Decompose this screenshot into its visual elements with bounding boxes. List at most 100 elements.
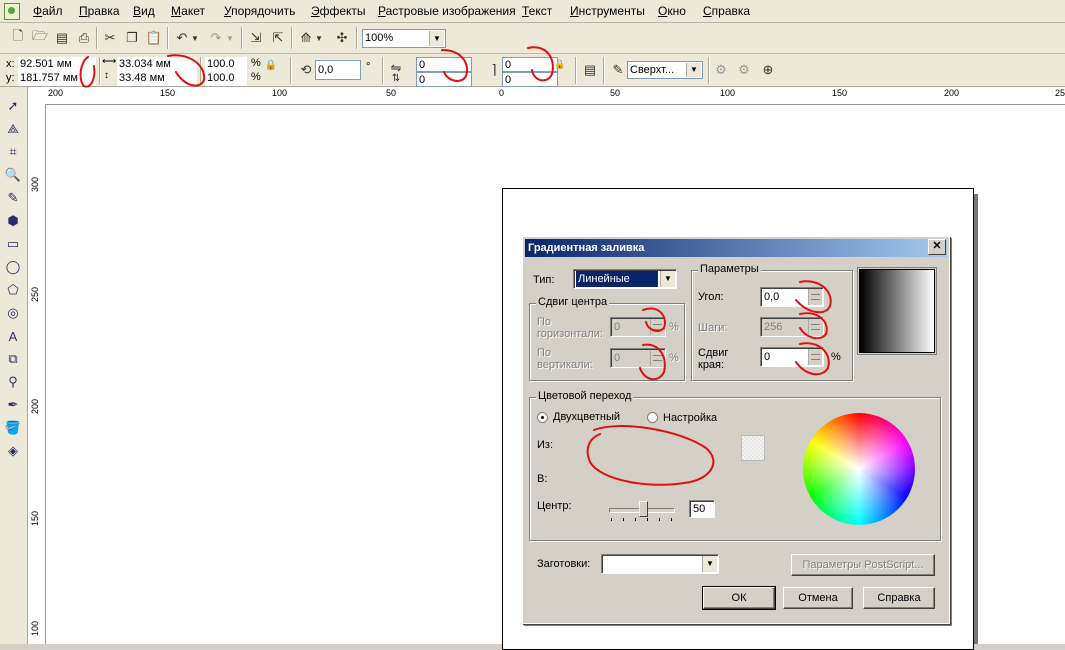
- save-icon[interactable]: ▤: [52, 28, 72, 48]
- menu-effects[interactable]: Эффекты: [311, 4, 366, 18]
- horizontal-percent: %: [669, 321, 679, 333]
- spin-icon[interactable]: [650, 350, 664, 366]
- corel-online-icon[interactable]: ✣: [332, 28, 352, 48]
- print-icon[interactable]: ⎙: [74, 28, 94, 48]
- parameters-group: Параметры Угол: 0,0 Шаги: 256 Сдвиг края…: [691, 263, 853, 381]
- menu-layout[interactable]: Макет: [171, 4, 205, 18]
- corner-top-right-field[interactable]: 0: [502, 57, 558, 72]
- zoom-select[interactable]: 100% ▼: [362, 29, 446, 48]
- edge-pad-field[interactable]: 0: [760, 347, 824, 367]
- custom-radio[interactable]: [647, 412, 658, 423]
- slider-tick: [671, 518, 672, 521]
- to-back-icon[interactable]: ⚙: [734, 60, 754, 80]
- rotation-angle-field[interactable]: 0,0: [315, 60, 361, 80]
- help-button[interactable]: Справка: [863, 587, 935, 609]
- paste-icon[interactable]: 📋: [144, 28, 164, 48]
- chevron-down-icon[interactable]: ▼: [686, 63, 701, 77]
- color-wheel[interactable]: [803, 413, 915, 525]
- height-field[interactable]: 33.48 мм: [117, 71, 197, 86]
- menu-arrange[interactable]: Упорядочить: [224, 4, 295, 18]
- horizontal-offset-field[interactable]: 0: [610, 317, 666, 337]
- ok-button[interactable]: ОК: [702, 586, 776, 610]
- open-icon[interactable]: 🗁: [30, 28, 50, 48]
- to-front-icon[interactable]: ⚙: [711, 60, 731, 80]
- horizontal-ruler[interactable]: 200 150 100 50 0 50 100 150 200 25: [28, 87, 1065, 105]
- chevron-down-icon[interactable]: ▼: [429, 31, 444, 46]
- menu-view[interactable]: Вид: [133, 4, 155, 18]
- wrap-select[interactable]: Сверхт... ▼: [627, 61, 703, 79]
- type-select[interactable]: Линейные ▼: [573, 269, 677, 289]
- color-swatch[interactable]: [741, 435, 765, 461]
- wrap-text-icon[interactable]: ▤: [580, 60, 600, 80]
- undo-icon[interactable]: ↶: [172, 28, 192, 48]
- crop-tool-icon[interactable]: ⌗: [3, 142, 23, 162]
- corner-bottom-right-field[interactable]: 0: [502, 72, 558, 87]
- rectangle-tool-icon[interactable]: ▭: [3, 234, 23, 254]
- chevron-down-icon[interactable]: ▼: [660, 271, 675, 287]
- mirror-vertical-icon[interactable]: ⇅: [386, 68, 406, 88]
- menu-bitmaps[interactable]: Растровые изображения: [378, 4, 516, 18]
- from-label: Из:: [537, 439, 554, 451]
- postscript-options-button[interactable]: Параметры PostScript...: [791, 554, 935, 576]
- spin-icon[interactable]: [808, 319, 822, 335]
- vertical-ruler[interactable]: 300 250 200 150 100: [28, 104, 46, 644]
- menu-file[interactable]: Файл: [33, 4, 63, 18]
- width-field[interactable]: 33.034 мм: [117, 57, 197, 72]
- close-icon[interactable]: ✕: [928, 239, 946, 255]
- steps-field[interactable]: 256: [760, 317, 824, 337]
- presets-select[interactable]: ▼: [601, 554, 719, 574]
- redo-dropdown-icon[interactable]: ▼: [225, 28, 235, 48]
- import-icon[interactable]: ⇲: [246, 28, 266, 48]
- corner-bottom-left-field[interactable]: 0: [416, 72, 472, 87]
- menu-help[interactable]: Справка: [703, 4, 750, 18]
- interactive-fill-tool-icon[interactable]: ◈: [3, 441, 23, 461]
- zoom-tool-icon[interactable]: 🔍: [3, 165, 23, 185]
- menu-window[interactable]: Окно: [658, 4, 686, 18]
- text-tool-icon[interactable]: A: [3, 326, 23, 346]
- vertical-offset-field[interactable]: 0: [610, 348, 666, 368]
- undo-dropdown-icon[interactable]: ▼: [190, 28, 200, 48]
- fill-tool-icon[interactable]: 🪣: [3, 418, 23, 438]
- launcher-dropdown-icon[interactable]: ▼: [314, 28, 324, 48]
- ellipse-tool-icon[interactable]: ◯: [3, 257, 23, 277]
- new-file-icon[interactable]: 🗋: [8, 28, 28, 48]
- scale-x-field[interactable]: 100.0: [205, 57, 247, 72]
- center-slider-thumb[interactable]: [639, 501, 648, 517]
- pick-tool-icon[interactable]: ➚: [3, 96, 23, 116]
- center-label: Центр:: [537, 500, 572, 512]
- two-color-radio[interactable]: [537, 412, 548, 423]
- convert-to-curves-icon[interactable]: ⊕: [758, 60, 778, 80]
- menu-tools[interactable]: Инструменты: [570, 4, 645, 18]
- redo-icon[interactable]: ↷: [206, 28, 226, 48]
- spin-icon[interactable]: [808, 289, 822, 305]
- cancel-button[interactable]: Отмена: [783, 587, 853, 609]
- export-icon[interactable]: ⇱: [268, 28, 288, 48]
- basic-shapes-tool-icon[interactable]: ◎: [3, 303, 23, 323]
- lock-ratio-icon[interactable]: 🔒: [264, 58, 278, 72]
- menu-edit[interactable]: Правка: [79, 4, 120, 18]
- chevron-down-icon[interactable]: ▼: [702, 556, 717, 572]
- corner-lock-icon[interactable]: 🔒: [553, 57, 567, 71]
- scale-y-field[interactable]: 100.0: [205, 71, 247, 86]
- copy-icon[interactable]: ❐: [122, 28, 142, 48]
- outline-tool-icon[interactable]: ✒: [3, 395, 23, 415]
- interactive-blend-tool-icon[interactable]: ⧉: [3, 349, 23, 369]
- y-position-field[interactable]: 181.757 мм: [18, 71, 96, 86]
- freehand-tool-icon[interactable]: ✎: [3, 188, 23, 208]
- app-launcher-icon[interactable]: ⟰: [296, 28, 316, 48]
- spin-icon[interactable]: [650, 319, 664, 335]
- center-offset-group: Сдвиг центра По горизонтали: 0 % По верт…: [529, 296, 685, 381]
- menu-text[interactable]: Текст: [522, 4, 552, 18]
- presets-label: Заготовки:: [537, 558, 591, 570]
- cut-icon[interactable]: ✂: [100, 28, 120, 48]
- shape-tool-icon[interactable]: ⟁: [3, 119, 23, 139]
- smart-fill-tool-icon[interactable]: ⬢: [3, 211, 23, 231]
- gradient-preview[interactable]: [857, 267, 937, 355]
- eyedropper-tool-icon[interactable]: ⚲: [3, 372, 23, 392]
- angle-field[interactable]: 0,0: [760, 287, 824, 307]
- corner-top-left-field[interactable]: 0: [416, 57, 472, 72]
- polygon-tool-icon[interactable]: ⬠: [3, 280, 23, 300]
- spin-icon[interactable]: [808, 349, 822, 365]
- center-value-field[interactable]: 50: [689, 500, 715, 518]
- x-position-field[interactable]: 92.501 мм: [18, 57, 96, 72]
